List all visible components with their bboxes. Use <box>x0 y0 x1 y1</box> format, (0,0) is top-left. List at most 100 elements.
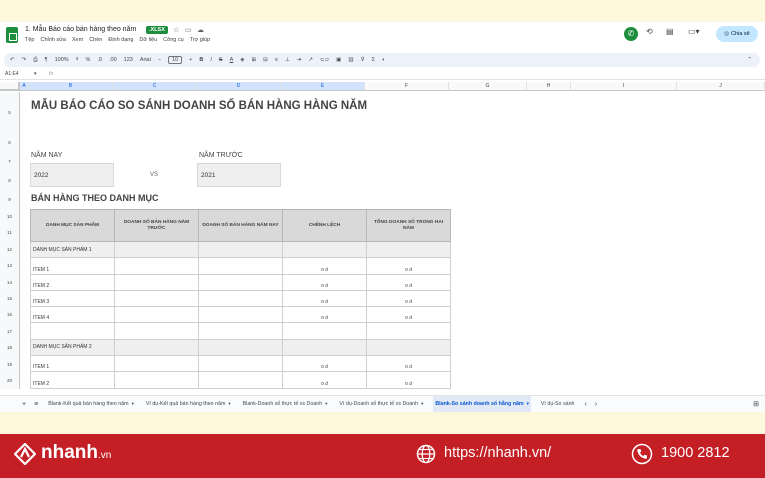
table-cell[interactable] <box>282 338 367 357</box>
video-call-icon[interactable]: ▭▾ <box>688 27 700 36</box>
scroll-tabs-right-icon[interactable]: › <box>595 401 597 408</box>
last-year-cell[interactable]: 2021 <box>197 163 281 187</box>
table-cell[interactable] <box>198 306 283 324</box>
table-cell[interactable] <box>114 306 199 324</box>
column-header-g[interactable]: G <box>449 82 527 91</box>
row-header-16[interactable]: 16 <box>0 306 20 323</box>
table-cell[interactable] <box>114 371 199 389</box>
table-cell[interactable] <box>282 240 367 259</box>
filter-icon[interactable]: ⊽ <box>361 57 365 63</box>
currency-format-button[interactable]: ₫ <box>76 57 79 63</box>
total-cell[interactable]: 0 đ <box>366 257 451 275</box>
sheet-tab-active[interactable]: Blank-So sánh doanh số hằng năm ▾ <box>433 395 531 412</box>
sheet-tab[interactable]: Blank-Kết quả bán hàng theo năm ▾ <box>46 396 136 413</box>
sheet-tab[interactable]: Ví dụ-Kết quả bán hàng theo năm ▾ <box>144 396 233 413</box>
table-cell[interactable] <box>198 371 283 389</box>
website-link[interactable]: https://nhanh.vn/ <box>444 445 551 461</box>
hotline-number[interactable]: 1900 2812 <box>661 445 730 461</box>
row-header-10[interactable]: 10 <box>0 208 20 224</box>
paint-bucket-icon[interactable]: ◐ <box>382 57 385 63</box>
history-icon[interactable]: ⟲ <box>646 27 653 36</box>
table-cell[interactable] <box>198 338 283 357</box>
paint-format-icon[interactable]: ¶ <box>45 57 48 63</box>
table-cell[interactable] <box>114 338 199 357</box>
bold-button[interactable]: B <box>199 57 203 63</box>
menu-file[interactable]: Tệp <box>25 37 34 43</box>
italic-button[interactable]: I <box>210 57 212 63</box>
total-cell[interactable]: 0 đ <box>366 289 451 308</box>
insert-chart-icon[interactable]: ▥ <box>348 57 353 63</box>
item-name[interactable]: ITEM 1 <box>30 257 115 275</box>
select-all-corner[interactable] <box>0 82 20 91</box>
menu-tools[interactable]: Công cụ <box>163 37 184 43</box>
decrease-decimal-button[interactable]: .0 <box>97 57 102 63</box>
print-icon[interactable]: ⎙ <box>33 57 37 64</box>
header-difference[interactable]: CHÊNH LỆCH <box>282 209 367 242</box>
column-header-e[interactable]: E <box>281 82 365 91</box>
row-header-19[interactable]: 19 <box>0 356 20 372</box>
table-cell[interactable] <box>366 240 451 259</box>
document-title[interactable]: 1. Mẫu Báo cáo bán hàng theo năm <box>25 26 136 33</box>
table-cell[interactable] <box>114 289 199 308</box>
group-label[interactable]: DANH MỤC SẢN PHẨM 2 <box>30 338 115 357</box>
insert-comment-icon[interactable]: ▣ <box>336 57 341 63</box>
item-name[interactable]: ITEM 3 <box>30 289 115 308</box>
scroll-tabs-left-icon[interactable]: ‹ <box>584 401 586 408</box>
borders-icon[interactable]: ⊞ <box>252 57 257 63</box>
share-button[interactable]: ◎ Chia sẻ <box>716 26 758 42</box>
menu-edit[interactable]: Chỉnh sửa <box>40 37 65 43</box>
table-cell[interactable] <box>366 322 451 340</box>
row-header-9[interactable]: 9 <box>0 190 20 208</box>
move-folder-icon[interactable]: ▭ <box>185 26 192 34</box>
table-cell[interactable] <box>198 273 283 291</box>
increase-decimal-button[interactable]: .00 <box>109 57 117 63</box>
difference-cell[interactable]: 0 đ <box>282 306 367 324</box>
table-cell[interactable] <box>114 240 199 259</box>
this-year-cell[interactable]: 2022 <box>30 163 114 187</box>
row-header-11[interactable]: 11 <box>0 224 20 241</box>
text-wrap-icon[interactable]: ⇥ <box>297 57 302 63</box>
text-color-button[interactable]: A <box>230 57 234 63</box>
table-cell[interactable] <box>114 355 199 373</box>
redo-icon[interactable]: ↷ <box>22 57 27 63</box>
difference-cell[interactable]: 0 đ <box>282 257 367 275</box>
table-cell[interactable] <box>30 322 115 340</box>
menu-format[interactable]: Định dạng <box>108 37 133 43</box>
font-size-increase-icon[interactable]: + <box>189 57 192 63</box>
total-cell[interactable]: 0 đ <box>366 306 451 324</box>
table-cell[interactable] <box>198 322 283 340</box>
row-header-7[interactable]: 7 <box>0 152 20 171</box>
row-header-14[interactable]: 14 <box>0 274 20 290</box>
column-header-a[interactable]: A <box>20 82 29 91</box>
name-box[interactable]: A1:E4 <box>5 71 19 77</box>
difference-cell[interactable]: 0 đ <box>282 355 367 373</box>
sheet-tab[interactable]: Ví dụ-So sánh <box>539 396 577 413</box>
text-rotation-icon[interactable]: ↗ <box>308 57 313 63</box>
item-name[interactable]: ITEM 4 <box>30 306 115 324</box>
star-icon[interactable]: ☆ <box>173 26 179 34</box>
table-cell[interactable] <box>114 273 199 291</box>
merge-cells-icon[interactable]: ⊟ <box>263 57 268 63</box>
sheet-tab[interactable]: Ví dụ-Doanh số thực tế vs Doanh ▾ <box>337 396 425 413</box>
row-header-18[interactable]: 18 <box>0 339 20 356</box>
collapse-toolbar-icon[interactable]: ⌃ <box>747 57 752 63</box>
header-total-two-years[interactable]: TỔNG DOANH SỐ TRONG HAI NĂM <box>366 209 451 242</box>
row-header-17[interactable]: 17 <box>0 323 20 339</box>
insert-link-icon[interactable]: ⊂⊃ <box>320 57 329 63</box>
row-header-8[interactable]: 8 <box>0 171 20 190</box>
strikethrough-button[interactable]: S <box>219 57 223 63</box>
group-label[interactable]: DANH MỤC SẢN PHẨM 1 <box>30 240 115 259</box>
total-cell[interactable]: 0 đ <box>366 371 451 389</box>
explore-icon[interactable]: ⊞ <box>753 400 759 408</box>
table-cell[interactable] <box>366 338 451 357</box>
table-cell[interactable] <box>198 240 283 259</box>
menu-data[interactable]: Dữ liệu <box>139 37 157 43</box>
column-header-j[interactable]: J <box>677 82 765 91</box>
sheets-logo-icon[interactable] <box>6 27 18 43</box>
table-cell[interactable] <box>114 322 199 340</box>
horizontal-align-icon[interactable]: ≡ <box>275 57 278 63</box>
difference-cell[interactable]: 0 đ <box>282 371 367 389</box>
functions-icon[interactable]: Σ <box>372 57 375 63</box>
row-header-6[interactable]: 6 <box>0 132 20 152</box>
column-header-h[interactable]: H <box>527 82 571 91</box>
